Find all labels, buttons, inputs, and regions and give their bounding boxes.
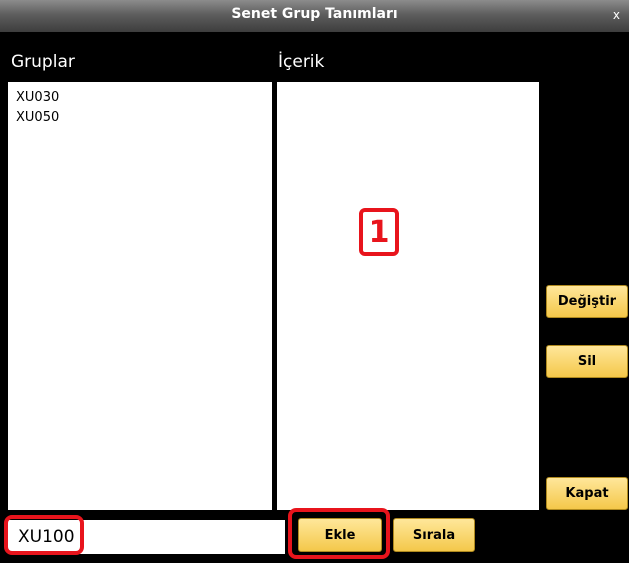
list-item[interactable]: XU030 (8, 88, 272, 108)
title-bar: Senet Grup Tanımları x (0, 0, 629, 32)
close-icon[interactable]: x (613, 8, 620, 22)
annotation-add-highlight (288, 508, 390, 559)
content-label: İçerik (278, 52, 325, 72)
annotation-number-badge: 1 (359, 208, 399, 256)
dialog-window: Senet Grup Tanımları x Gruplar İçerik XU… (0, 0, 629, 577)
window-title: Senet Grup Tanımları (231, 6, 398, 22)
change-button[interactable]: Değiştir (546, 285, 628, 318)
close-button[interactable]: Kapat (546, 477, 628, 510)
annotation-input-highlight (4, 515, 84, 555)
sort-button[interactable]: Sırala (393, 518, 475, 552)
list-item[interactable]: XU050 (8, 108, 272, 128)
groups-list[interactable]: XU030 XU050 (8, 82, 272, 510)
groups-label: Gruplar (11, 52, 75, 72)
content-list[interactable] (277, 82, 539, 510)
bottom-strip (0, 563, 629, 577)
delete-button[interactable]: Sil (546, 345, 628, 378)
